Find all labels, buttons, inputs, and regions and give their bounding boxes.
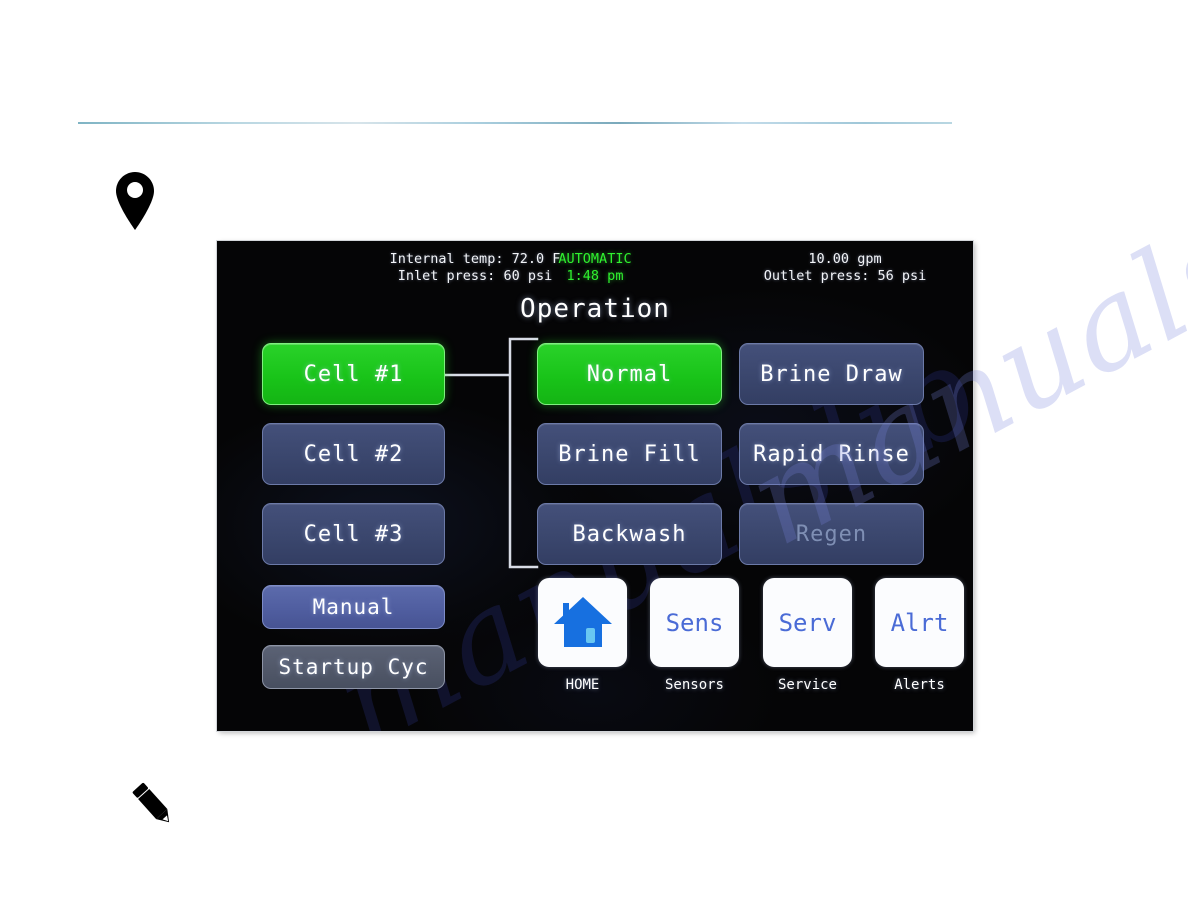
nav-alerts-label: Alerts [894,677,945,693]
backwash-label: Backwash [572,521,687,547]
normal-label: Normal [586,361,673,387]
header-divider [78,122,952,124]
page-title: Operation [520,294,670,324]
manual-label: Manual [312,595,395,619]
nav-service-button[interactable]: Serv [763,578,852,667]
sensors-icon: Sens [665,608,724,637]
status-bar: Internal temp: 72.0 F Inlet press: 60 ps… [217,251,973,295]
home-icon [553,596,612,647]
cell-2-label: Cell #2 [303,441,404,467]
backwash-button[interactable]: Backwash [537,503,722,565]
brine-fill-label: Brine Fill [558,441,701,467]
rapid-rinse-label: Rapid Rinse [753,441,910,467]
status-right: 10.00 gpm Outlet press: 56 psi [764,251,927,285]
brine-fill-button[interactable]: Brine Fill [537,423,722,485]
clock-value: 1:48 pm [566,268,624,284]
normal-button[interactable]: Normal [537,343,722,405]
cell-3-button[interactable]: Cell #3 [262,503,445,565]
cell-cycle-connector [444,337,539,569]
cell-2-button[interactable]: Cell #2 [262,423,445,485]
status-center: AUTOMATIC 1:48 pm [558,251,631,285]
nav-sensors-button[interactable]: Sens [650,578,739,667]
regen-label: Regen [795,521,868,547]
nav-alerts-button[interactable]: Alrt [875,578,964,667]
nav-sensors-label: Sensors [664,677,724,693]
outlet-pressure-value: Outlet press: 56 psi [763,268,927,284]
brine-draw-button[interactable]: Brine Draw [739,343,924,405]
cell-1-label: Cell #1 [303,361,404,387]
brine-draw-label: Brine Draw [760,361,903,387]
flow-rate-value: 10.00 gpm [808,251,882,267]
alerts-icon: Alrt [890,608,949,637]
status-left: Internal temp: 72.0 F Inlet press: 60 ps… [390,251,561,285]
map-pin-icon [116,172,154,230]
rapid-rinse-button[interactable]: Rapid Rinse [739,423,924,485]
cell-3-label: Cell #3 [303,521,404,547]
cell-1-button[interactable]: Cell #1 [262,343,445,405]
manual-button[interactable]: Manual [262,585,445,629]
startup-cycle-label: Startup Cyc [278,655,429,679]
nav-home-button[interactable] [538,578,627,667]
pencil-icon [132,782,170,823]
nav-home-label: HOME [565,677,600,693]
service-icon: Serv [778,608,837,637]
regen-button[interactable]: Regen [739,503,924,565]
startup-cycle-button[interactable]: Startup Cyc [262,645,445,689]
mode-status-value: AUTOMATIC [558,251,632,267]
internal-temp-value: Internal temp: 72.0 F [389,251,561,267]
nav-service-label: Service [777,677,837,693]
controller-screen: manualslib.com Internal temp: 72.0 F Inl… [217,241,973,731]
inlet-pressure-value: Inlet press: 60 psi [397,268,553,284]
